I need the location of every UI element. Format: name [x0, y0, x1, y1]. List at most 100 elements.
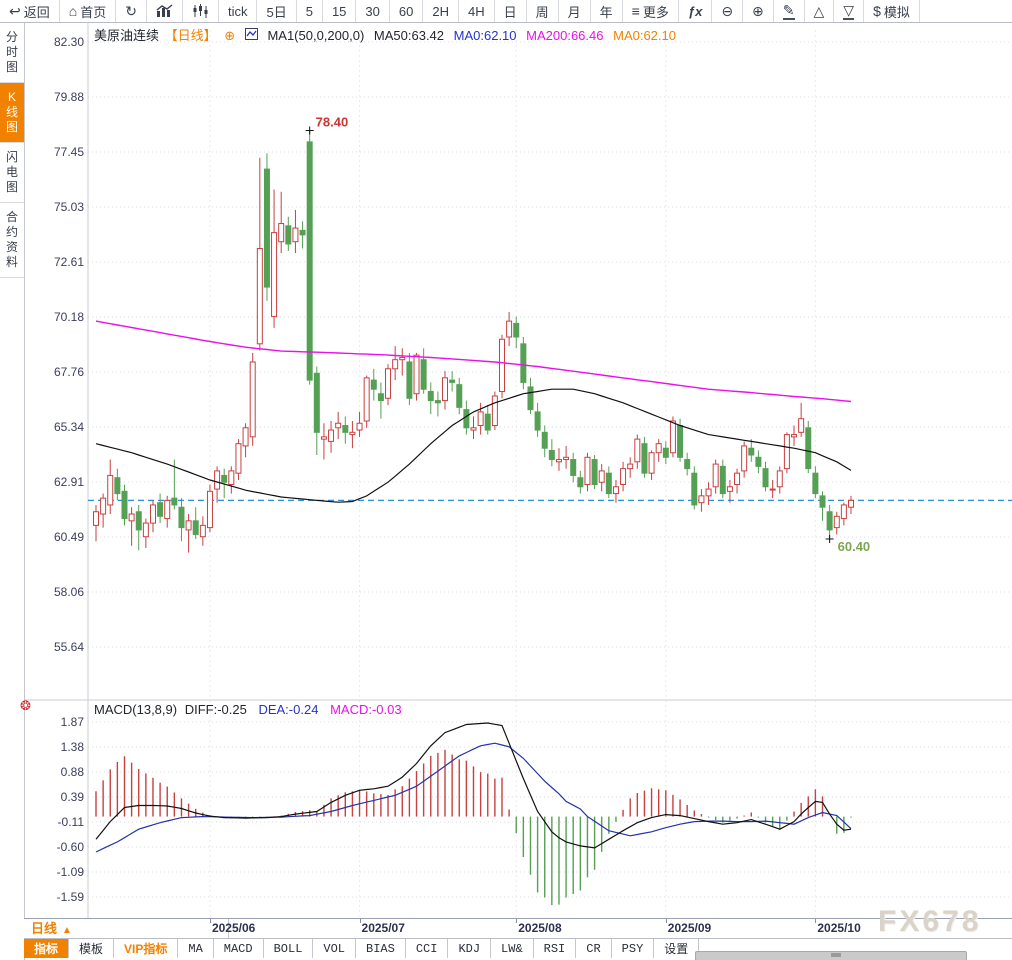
tab-cci[interactable]: CCI [406, 939, 449, 958]
ma50-value: MA50:63.42 [374, 28, 444, 43]
interval-week-button[interactable]: 周 [527, 0, 559, 22]
tab-lw[interactable]: LW& [491, 939, 534, 958]
price-chart-legend: 美原油连续 【日线】 ⊕ MA1(50,0,200,0) MA50:63.42 … [94, 25, 682, 44]
indicator-settings-icon[interactable]: ❂ [20, 699, 31, 712]
sidebar-item-time-chart[interactable]: 分时图 [0, 23, 24, 83]
sidebar-item-lightning-chart[interactable]: 闪电图 [0, 143, 24, 203]
refresh-icon: ↻ [125, 4, 137, 18]
x-axis-label: 2025/09 [668, 921, 711, 935]
sidebar-item-lightning-chart-label: 闪电图 [5, 150, 19, 195]
interval-day-button-label: 日 [504, 2, 517, 21]
svg-text:82.30: 82.30 [54, 35, 84, 49]
svg-text:79.88: 79.88 [54, 90, 84, 104]
sidebar-item-contract-info-label: 合约资料 [5, 210, 19, 270]
zoom-in-button[interactable]: ⊕ [743, 0, 774, 22]
svg-text:62.91: 62.91 [54, 475, 84, 489]
interval-month-button[interactable]: 月 [559, 0, 591, 22]
chart-canvas[interactable]: 82.3079.8877.4575.0372.6170.1867.7665.34… [0, 0, 1012, 960]
interval-5d-button[interactable]: 5日 [257, 0, 296, 22]
dollar-icon: $ [873, 4, 881, 18]
macd-value: MACD:-0.03 [330, 702, 402, 717]
tab-ma[interactable]: MA [178, 939, 213, 958]
month-tick [516, 919, 517, 923]
svg-text:-0.60: -0.60 [57, 840, 85, 854]
period-selector[interactable]: 日线▲ [24, 919, 229, 938]
period-selector-label: 日线 [31, 921, 57, 936]
interval-30m-button[interactable]: 30 [356, 0, 389, 22]
tab-bias[interactable]: BIAS [356, 939, 406, 958]
interval-60m-button[interactable]: 60 [390, 0, 423, 22]
tab-cr[interactable]: CR [576, 939, 611, 958]
interval-week-button-label: 周 [536, 2, 549, 21]
simulate-button[interactable]: $模拟 [864, 0, 920, 22]
ma0-value-orange: MA0:62.10 [613, 28, 676, 43]
back-button-label: 返回 [24, 2, 50, 21]
interval-5m-button[interactable]: 5 [297, 0, 323, 22]
month-tick [360, 919, 361, 923]
svg-text:0.88: 0.88 [61, 765, 85, 779]
more-button[interactable]: ≡更多 [623, 0, 679, 22]
home-icon: ⌂ [69, 4, 77, 18]
horizontal-scrollbar[interactable] [695, 951, 967, 960]
svg-text:60.49: 60.49 [54, 530, 84, 544]
sidebar: 分时图K线图闪电图合约资料 [0, 23, 25, 960]
month-tick [815, 919, 816, 923]
interval-4h-button-label: 4H [468, 4, 485, 19]
indicator-fx-button[interactable]: ƒx [679, 0, 712, 22]
zoom-out-button[interactable]: ⊖ [712, 0, 743, 22]
interval-month-button-label: 月 [568, 2, 581, 21]
shape-up-button[interactable]: △ [805, 0, 835, 22]
back-arrow-icon: ↩ [9, 4, 21, 18]
tab-kdj[interactable]: KDJ [448, 939, 491, 958]
tab-rsi[interactable]: RSI [534, 939, 577, 958]
tab-vol[interactable]: VOL [313, 939, 356, 958]
back-button[interactable]: ↩返回 [0, 0, 60, 22]
interval-4h-button[interactable]: 4H [459, 0, 495, 22]
interval-15m-button[interactable]: 15 [323, 0, 356, 22]
svg-text:1.87: 1.87 [61, 715, 85, 729]
home-button-label: 首页 [80, 2, 106, 21]
tab-indicators[interactable]: 指标 [24, 939, 69, 958]
add-indicator-icon[interactable]: ⊕ [224, 28, 235, 43]
tab-templates[interactable]: 模板 [69, 939, 114, 958]
kline-chart-button[interactable] [183, 0, 219, 22]
svg-text:-0.11: -0.11 [58, 815, 85, 829]
svg-text:70.18: 70.18 [54, 310, 84, 324]
x-axis-row: 日线▲ 2025/062025/072025/082025/092025/10 [24, 918, 1012, 938]
pencil-icon: ✎ [783, 3, 795, 20]
shape-down-button[interactable]: ▽ [834, 0, 864, 22]
tab-vip-indicators[interactable]: VIP指标 [114, 939, 178, 958]
svg-text:1.38: 1.38 [61, 740, 85, 754]
tab-macd[interactable]: MACD [214, 939, 264, 958]
x-axis-label: 2025/08 [518, 921, 561, 935]
interval-2h-button[interactable]: 2H [423, 0, 459, 22]
tab-psy[interactable]: PSY [612, 939, 655, 958]
candlestick-icon [192, 4, 209, 18]
simulate-button-label: 模拟 [884, 2, 910, 21]
zoom-in-icon: ⊕ [752, 4, 764, 18]
zoom-out-icon: ⊖ [721, 4, 733, 18]
x-axis-label: 2025/10 [817, 921, 860, 935]
fx-icon: ƒx [688, 5, 702, 18]
interval-tick-button-label: tick [228, 4, 248, 19]
interval-day-button[interactable]: 日 [495, 0, 527, 22]
ma200-value: MA200:66.46 [526, 28, 603, 43]
home-button[interactable]: ⌂首页 [60, 0, 116, 22]
sidebar-item-contract-info[interactable]: 合约资料 [0, 203, 24, 278]
triangle-up-icon: △ [814, 4, 825, 18]
svg-text:77.45: 77.45 [54, 145, 84, 159]
sidebar-item-kline-chart[interactable]: K线图 [0, 83, 24, 143]
tab-settings[interactable]: 设置 [654, 939, 699, 958]
area-chart-button[interactable] [147, 0, 183, 22]
svg-text:0.39: 0.39 [61, 790, 85, 804]
dea-value: DEA:-0.24 [258, 702, 318, 717]
interval-year-button[interactable]: 年 [591, 0, 623, 22]
svg-text:67.76: 67.76 [54, 365, 84, 379]
tab-boll[interactable]: BOLL [264, 939, 314, 958]
triangle-down-icon: ▽ [843, 3, 854, 20]
ma0-value-blue: MA0:62.10 [454, 28, 517, 43]
refresh-button[interactable]: ↻ [116, 0, 147, 22]
interval-tick-button[interactable]: tick [219, 0, 258, 22]
x-axis-label: 2025/06 [212, 921, 255, 935]
draw-button[interactable]: ✎ [774, 0, 805, 22]
